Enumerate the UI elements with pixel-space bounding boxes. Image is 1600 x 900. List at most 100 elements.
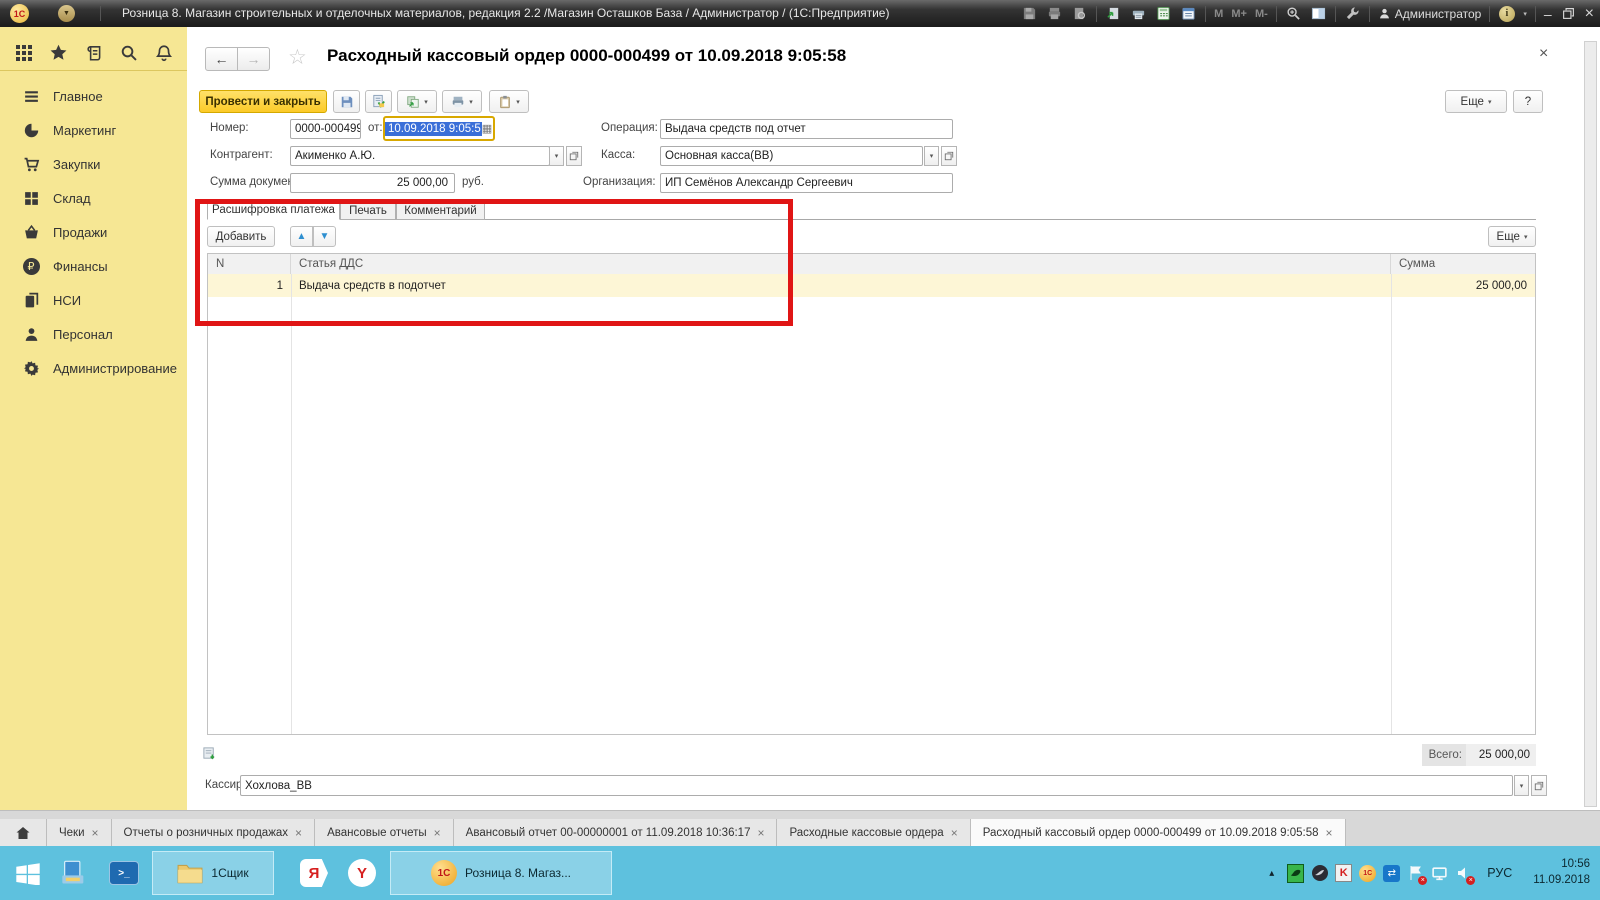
calendar-icon[interactable] — [1180, 5, 1197, 22]
tray-teamviewer-icon[interactable]: ⇄ — [1383, 865, 1400, 882]
date-input[interactable]: 10.09.2018 9:05:5 ▦ — [383, 116, 495, 141]
more-button[interactable]: Еще▾ — [1445, 90, 1507, 113]
counterparty-dropdown-button[interactable]: ▾ — [549, 146, 564, 166]
restore-button[interactable] — [1560, 5, 1577, 22]
pinned-folder-button[interactable]: 1Сщик — [152, 851, 274, 895]
yandex-button[interactable]: Я — [292, 846, 336, 900]
tab-close-icon[interactable]: × — [295, 826, 302, 840]
minimize-button[interactable]: – — [1544, 7, 1552, 21]
window-tab-advance-report-doc[interactable]: Авансовый отчет 00-00000001 от 11.09.201… — [454, 819, 778, 846]
tray-actioncenter-icon[interactable]: × — [1407, 865, 1424, 882]
col-n[interactable]: N — [208, 254, 291, 274]
apps-grid-icon[interactable] — [14, 43, 34, 63]
cashbox-dropdown-button[interactable]: ▾ — [924, 146, 939, 166]
service-wrench-icon[interactable] — [1344, 5, 1361, 22]
tab-close-icon[interactable]: × — [1326, 826, 1333, 840]
file-print-icon[interactable] — [1130, 5, 1147, 22]
clock[interactable]: 10:56 11.09.2018 — [1533, 857, 1590, 888]
cashbox-input[interactable]: Основная касса(ВВ) — [660, 146, 923, 166]
calendar-icon[interactable]: ▦ — [482, 122, 492, 135]
sidebar-item-finansy[interactable]: ₽ Финансы — [0, 249, 187, 283]
tab-close-icon[interactable]: × — [92, 826, 99, 840]
tray-kaspersky-icon[interactable]: K — [1335, 865, 1352, 882]
tray-antivirus-icon[interactable] — [1287, 865, 1304, 882]
organization-input[interactable]: ИП Семёнов Александр Сергеевич — [660, 173, 953, 193]
tab-print[interactable]: Печать — [340, 201, 396, 220]
sidebar-item-sklad[interactable]: Склад — [0, 181, 187, 215]
history-icon[interactable] — [84, 43, 104, 63]
operation-input[interactable]: Выдача средств под отчет — [660, 119, 953, 139]
home-tab[interactable] — [0, 819, 47, 846]
sidebar-item-personal[interactable]: Персонал — [0, 317, 187, 351]
window-tab-cash-orders-list[interactable]: Расходные кассовые ордера× — [777, 819, 970, 846]
sidebar-item-marketing[interactable]: Маркетинг — [0, 113, 187, 147]
cashier-dropdown-button[interactable]: ▾ — [1514, 775, 1529, 796]
warehouse-grid-icon — [22, 189, 40, 207]
tab-comment[interactable]: Комментарий — [396, 201, 485, 220]
powershell-button[interactable]: >_ — [104, 846, 144, 900]
window-tab-retail-reports[interactable]: Отчеты о розничных продажах× — [112, 819, 316, 846]
sidebar-item-nsi[interactable]: НСИ — [0, 283, 187, 317]
signature-settings-icon[interactable] — [202, 746, 217, 766]
favorites-star-icon[interactable] — [49, 43, 69, 63]
number-input[interactable]: 0000-000499 — [290, 119, 361, 139]
sidebar-item-administrirovanie[interactable]: Администрирование — [0, 351, 187, 385]
counterparty-open-button[interactable] — [566, 146, 582, 166]
window-tab-cash-order-doc[interactable]: Расходный кассовый ордер 0000-000499 от … — [971, 819, 1346, 846]
help-button[interactable]: ? — [1513, 90, 1543, 113]
post-button[interactable] — [365, 90, 392, 113]
window-tab-cheki[interactable]: Чеки× — [47, 819, 112, 846]
table-row[interactable]: 1 Выдача средств в подотчет 25 000,00 — [208, 274, 1535, 297]
col-article[interactable]: Статья ДДС — [291, 254, 1391, 274]
tab-close-icon[interactable]: × — [951, 826, 958, 840]
language-indicator[interactable]: РУС — [1487, 866, 1512, 880]
notifications-bell-icon[interactable] — [154, 43, 174, 63]
add-row-button[interactable]: Добавить — [207, 226, 275, 247]
copy-button[interactable]: ▾ — [489, 90, 529, 113]
file-explorer-button[interactable] — [54, 846, 94, 900]
info-button[interactable]: i — [1498, 5, 1515, 22]
tab-close-icon[interactable]: × — [434, 826, 441, 840]
file-upload-icon[interactable] — [1105, 5, 1122, 22]
counterparty-input[interactable]: Акименко А.Ю. — [290, 146, 550, 166]
move-up-button[interactable]: ▲ — [290, 226, 313, 247]
sidebar-item-prodazhi[interactable]: Продажи — [0, 215, 187, 249]
yandex-browser-button[interactable]: Y — [340, 846, 384, 900]
tray-volume-muted-icon[interactable]: × — [1455, 865, 1472, 882]
col-sum[interactable]: Сумма — [1391, 254, 1535, 274]
start-button[interactable] — [8, 846, 48, 900]
post-and-close-button[interactable]: Провести и закрыть — [199, 90, 327, 113]
move-down-button[interactable]: ▼ — [313, 226, 336, 247]
close-button[interactable]: × — [1585, 6, 1594, 22]
current-user-button[interactable]: Администратор — [1378, 7, 1482, 21]
tray-network-icon[interactable] — [1431, 865, 1448, 882]
split-window-icon[interactable] — [1310, 5, 1327, 22]
sidebar-item-zakupki[interactable]: Закупки — [0, 147, 187, 181]
tab-close-icon[interactable]: × — [757, 826, 764, 840]
favorite-star-icon[interactable]: ☆ — [288, 45, 307, 70]
divider — [1335, 6, 1336, 22]
sidebar-item-glavnoe[interactable]: Главное — [0, 79, 187, 113]
cashbox-open-button[interactable] — [941, 146, 957, 166]
tab-payment-details[interactable]: Расшифровка платежа — [207, 199, 340, 220]
save-button[interactable] — [333, 90, 360, 113]
vertical-scrollbar[interactable] — [1584, 41, 1597, 807]
zoom-icon[interactable] — [1285, 5, 1302, 22]
cashier-open-button[interactable] — [1531, 775, 1547, 796]
search-icon[interactable] — [119, 43, 139, 63]
create-based-on-button[interactable]: ▾ — [397, 90, 437, 113]
tray-radmin-icon[interactable] — [1311, 865, 1328, 882]
tray-expand-icon[interactable]: ▴ — [1263, 865, 1280, 882]
window-tab-advance-reports[interactable]: Авансовые отчеты× — [315, 819, 454, 846]
cashier-input[interactable]: Хохлова_ВВ — [240, 775, 1513, 796]
calculator-icon[interactable] — [1155, 5, 1172, 22]
window-menu-button[interactable]: ▼ — [58, 5, 75, 22]
grid-more-button[interactable]: Еще▾ — [1488, 226, 1536, 247]
print-button[interactable]: ▾ — [442, 90, 482, 113]
back-button[interactable]: ← — [205, 47, 238, 71]
active-app-button[interactable]: 1С Розница 8. Магаз... — [390, 851, 612, 895]
amount-input[interactable]: 25 000,00 — [290, 173, 455, 193]
doc-close-icon[interactable]: × — [1539, 45, 1548, 63]
tray-1c-icon[interactable]: 1С — [1359, 865, 1376, 882]
chevron-down-icon[interactable]: ▾ — [1523, 10, 1527, 18]
